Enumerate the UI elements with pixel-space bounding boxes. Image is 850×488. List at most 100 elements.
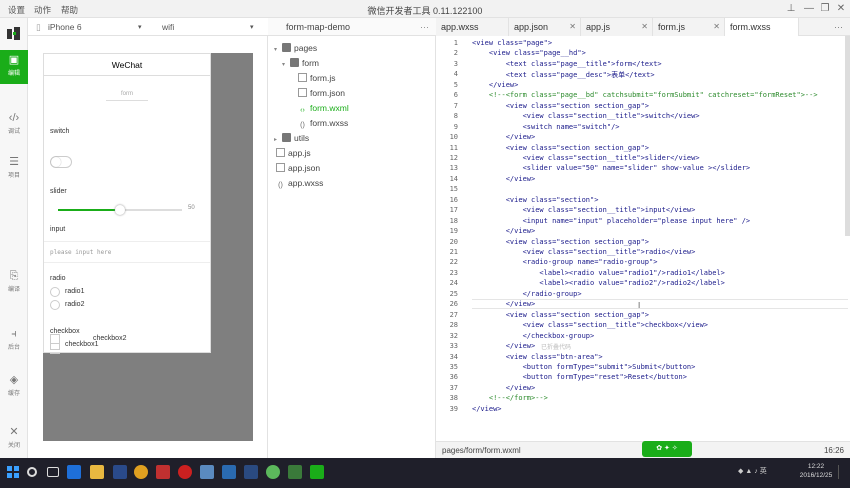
close-window-icon[interactable]: ✕ [835, 3, 847, 14]
app-icon[interactable] [244, 465, 258, 479]
chevron-down-icon[interactable]: ▾ [250, 23, 254, 31]
tab-app-js[interactable]: app.js ✕ [581, 18, 653, 36]
file-icon [276, 163, 285, 172]
close-tab-icon[interactable]: ✕ [569, 22, 576, 31]
code-line: <view class="page__hd"> [472, 49, 586, 58]
edge-browser-icon[interactable] [67, 465, 81, 479]
radio-button[interactable] [50, 300, 60, 310]
code-line: <label><radio value="radio2"/>radio2</la… [472, 279, 725, 288]
radio-label: radio [50, 275, 66, 282]
tree-label: form [302, 58, 319, 68]
project-name: form-map-demo [286, 22, 351, 32]
tree-item-form-json[interactable]: form.json [298, 86, 345, 100]
code-line: <view class="section__title">input</view… [472, 206, 696, 215]
checkbox[interactable] [50, 334, 60, 344]
rail-item-edit[interactable]: ▣ 编辑 [0, 50, 28, 84]
chevron-down-icon: ▾ [282, 62, 286, 68]
line-number: 7 [453, 101, 458, 110]
tree-item-form-js[interactable]: form.js [298, 71, 336, 85]
radio-button[interactable] [50, 287, 60, 297]
switch-toggle[interactable] [50, 156, 72, 168]
close-tab-icon[interactable]: ✕ [641, 22, 648, 31]
tree-item-utils[interactable]: ▸ utils [274, 131, 309, 145]
code-line: <input name="input" placeholder="please … [472, 216, 751, 225]
phone-nav-title: WeChat [44, 54, 210, 76]
photos-icon[interactable] [200, 465, 214, 479]
line-number: 17 [449, 206, 458, 215]
checkbox-option-label: checkbox1 [65, 341, 99, 348]
rail-item-compile[interactable]: ⎘ 编译 [0, 266, 28, 300]
os-taskbar: ◆▲♪英 12:22 2016/12/25 [0, 458, 850, 488]
code-line: <view class="section__title">slider</vie… [472, 153, 700, 162]
system-tray-icons[interactable]: ◆▲♪英 [738, 467, 778, 477]
project-icon: ☰ [9, 156, 19, 168]
chrome-icon[interactable] [134, 465, 148, 479]
checkbox[interactable] [50, 353, 60, 354]
wechat-icon[interactable] [266, 465, 280, 479]
search-icon[interactable] [27, 467, 37, 477]
tab-app-wxss[interactable]: app.wxss [436, 18, 509, 36]
minimize-icon[interactable]: — [803, 3, 815, 14]
show-desktop-icon[interactable] [838, 465, 846, 479]
folder-icon [282, 133, 291, 142]
ime-badge-icon: ✿ ✦ ✧ [642, 441, 692, 457]
tree-item-app-wxss[interactable]: () app.wxss [276, 176, 323, 190]
tab-form-js[interactable]: form.js ✕ [653, 18, 725, 36]
slider-handle[interactable] [115, 205, 125, 215]
tree-item-app-json[interactable]: app.json [276, 161, 320, 175]
pin-icon[interactable]: ⊥ [785, 3, 797, 14]
code-line: <label><radio value="radio1"/>radio1</la… [472, 268, 725, 277]
code-line: <slider value="50" name="slider" show-va… [472, 164, 751, 173]
radio-option-label: radio2 [65, 301, 85, 308]
tree-item-pages[interactable]: ▾ pages [274, 41, 317, 55]
line-number: 22 [449, 258, 458, 267]
line-number: 4 [453, 70, 458, 79]
rail-item-cache[interactable]: ◈ 缓存 [0, 370, 28, 404]
tree-item-app-js[interactable]: app.js [276, 146, 311, 160]
more-icon[interactable]: ··· [420, 22, 429, 32]
file-explorer-icon[interactable] [90, 465, 104, 479]
chevron-down-icon[interactable]: ▾ [138, 23, 142, 31]
slider-label: slider [50, 188, 67, 195]
tab-form-wxss[interactable]: form.wxss [725, 18, 799, 36]
app-icon[interactable] [156, 465, 170, 479]
file-tree: ▾ pages ▾ form form.js form.json ‹› form.wx… [268, 36, 436, 458]
taskbar-clock[interactable]: 12:22 2016/12/25 [796, 462, 836, 480]
close-tab-icon[interactable]: ✕ [713, 22, 720, 31]
more-tabs-icon[interactable]: ··· [834, 22, 843, 32]
vscode-icon[interactable] [222, 465, 236, 479]
app-icon[interactable] [178, 465, 192, 479]
network-select[interactable]: wifi [162, 22, 174, 32]
rail-label: 后台 [7, 345, 20, 351]
rail-item-debug[interactable]: ‹/› 调试 [0, 108, 28, 142]
tab-app-json[interactable]: app.json ✕ [509, 18, 581, 36]
rail-item-project[interactable]: ☰ 项目 [0, 152, 28, 186]
wechat-devtools-icon[interactable] [310, 465, 324, 479]
window-title: 微信开发者工具 0.11.122100 [367, 6, 483, 16]
code-line: <view class="section section_gap"> [472, 143, 650, 152]
code-line: </radio-group> [472, 289, 582, 298]
task-view-icon[interactable] [47, 467, 59, 477]
app-icon[interactable] [288, 465, 302, 479]
file-icon [276, 148, 285, 157]
windows-start-icon[interactable] [6, 465, 20, 479]
device-select[interactable]: iPhone 6 [48, 22, 82, 32]
code-editor[interactable]: 1 <view class="page"> 2 <view class="page_… [436, 36, 850, 441]
maximize-icon[interactable]: ❐ [819, 3, 831, 14]
editor-scrollbar[interactable] [845, 36, 850, 236]
tree-label: form.js [310, 73, 336, 83]
code-line: </checkbox-group> [472, 331, 595, 340]
slider-track[interactable] [58, 205, 182, 215]
photoshop-icon[interactable] [113, 465, 127, 479]
rail-item-close[interactable]: ✕ 关闭 [0, 422, 28, 456]
tree-item-form-folder[interactable]: ▾ form [282, 56, 319, 70]
text-input[interactable]: please input here [44, 241, 210, 263]
line-number: 39 [449, 404, 458, 413]
line-number: 5 [453, 80, 458, 89]
rail-item-backend[interactable]: ⫞ 后台 [0, 324, 28, 358]
tree-item-form-wxml[interactable]: ‹› form.wxml [298, 101, 349, 115]
line-number: 1 [453, 39, 458, 47]
close-icon: ✕ [9, 426, 19, 438]
line-number: 15 [449, 185, 458, 194]
tree-item-form-wxss[interactable]: () form.wxss [298, 116, 348, 130]
